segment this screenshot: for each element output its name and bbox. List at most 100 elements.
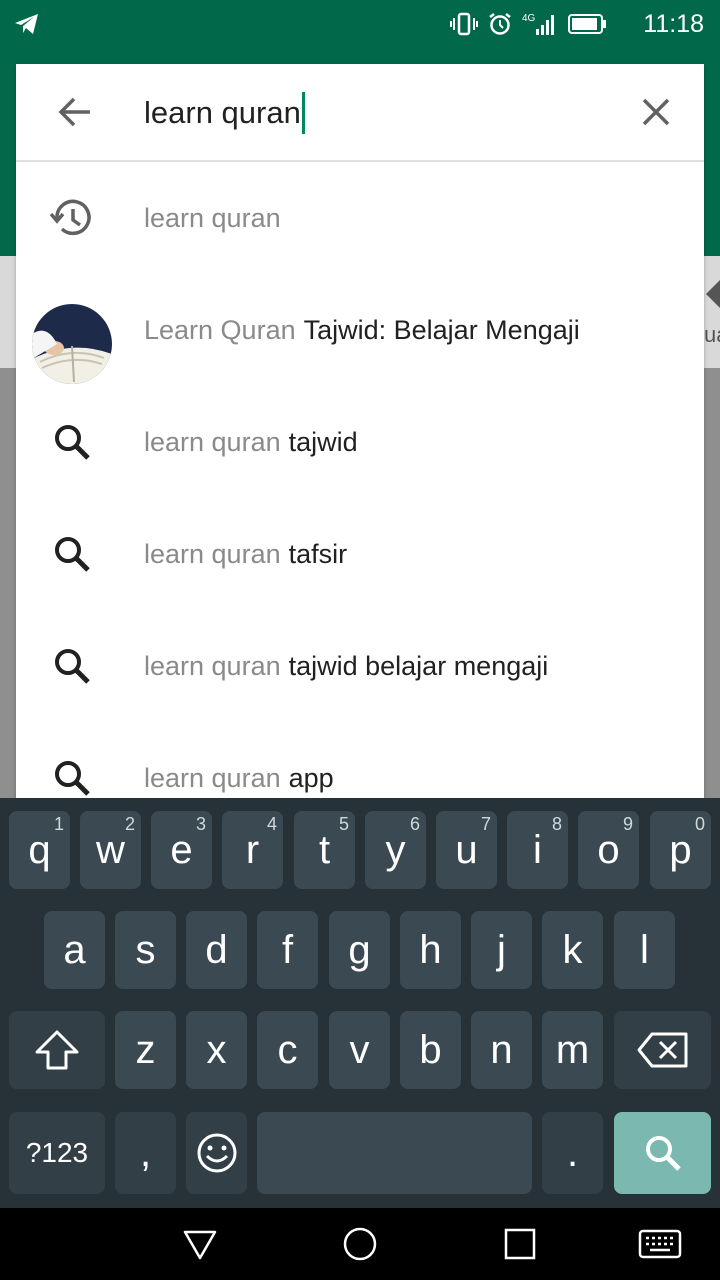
- status-icons: 4G: [450, 11, 608, 42]
- suggestion-item[interactable]: learn quran app: [16, 722, 704, 798]
- circle-home-icon: [343, 1227, 377, 1261]
- key-label: p: [669, 827, 692, 872]
- key-r[interactable]: r4: [222, 811, 283, 889]
- network-type-label: 4G: [522, 13, 536, 24]
- suggestion-prefix: Learn Quran: [144, 314, 296, 345]
- suggestion-suffix: tajwid: [288, 426, 358, 457]
- alarm-icon: [488, 12, 512, 41]
- navigation-bar: [0, 1208, 720, 1280]
- key-y[interactable]: y6: [365, 811, 426, 889]
- vibrate-icon: [450, 12, 478, 41]
- key-d[interactable]: d: [186, 911, 247, 989]
- signal-icon: 4G: [522, 11, 558, 42]
- close-icon: [642, 98, 670, 126]
- key-t[interactable]: t5: [294, 811, 355, 889]
- search-query-text: learn quran: [144, 95, 301, 130]
- clear-button[interactable]: [632, 88, 680, 136]
- key-q[interactable]: q1: [9, 811, 70, 889]
- status-time: 11:18: [643, 10, 704, 38]
- backspace-key[interactable]: [614, 1011, 711, 1089]
- history-icon: [48, 194, 96, 242]
- key-label: u: [455, 827, 478, 872]
- back-nav-button[interactable]: [182, 1226, 218, 1267]
- shift-key[interactable]: [9, 1011, 105, 1089]
- recents-nav-button[interactable]: [502, 1226, 538, 1267]
- suggestion-suffix: tajwid belajar mengaji: [288, 650, 549, 681]
- key-hint: 8: [551, 814, 562, 834]
- key-i[interactable]: i8: [507, 811, 568, 889]
- key-l[interactable]: l: [614, 911, 675, 989]
- key-b[interactable]: b: [400, 1011, 461, 1089]
- back-button[interactable]: [50, 88, 98, 136]
- key-g[interactable]: g: [329, 911, 390, 989]
- search-icon: [48, 642, 96, 690]
- key-j[interactable]: j: [471, 911, 532, 989]
- home-nav-button[interactable]: [342, 1226, 378, 1267]
- arrow-back-icon: [58, 97, 90, 127]
- category-icon: [704, 278, 720, 315]
- key-hint: 2: [124, 814, 135, 834]
- space-key[interactable]: [257, 1112, 532, 1194]
- symbols-key[interactable]: ?123: [9, 1112, 105, 1194]
- search-suggestions-card: learn quran learn quran Learn Quran Tajwi…: [16, 64, 704, 798]
- suggestion-item[interactable]: learn quran tajwid: [16, 386, 704, 498]
- period-key[interactable]: .: [542, 1112, 603, 1194]
- key-p[interactable]: p0: [650, 811, 711, 889]
- key-v[interactable]: v: [329, 1011, 390, 1089]
- search-icon: [645, 1136, 681, 1171]
- comma-key[interactable]: ,: [115, 1112, 176, 1194]
- triangle-back-icon: [183, 1230, 217, 1260]
- suggestion-item[interactable]: learn quran tafsir: [16, 498, 704, 610]
- emoji-key[interactable]: [186, 1112, 247, 1194]
- key-label: r: [245, 827, 260, 872]
- status-bar: 4G 11:18: [0, 0, 720, 48]
- key-e[interactable]: e3: [151, 811, 212, 889]
- key-o[interactable]: o9: [578, 811, 639, 889]
- key-s[interactable]: s: [115, 911, 176, 989]
- key-hint: 9: [622, 814, 633, 834]
- key-z[interactable]: z: [115, 1011, 176, 1089]
- keyboard-switch-button[interactable]: [638, 1226, 682, 1267]
- key-k[interactable]: k: [542, 911, 603, 989]
- suggestion-prefix: learn quran: [144, 762, 281, 793]
- battery-icon: [568, 13, 608, 40]
- suggestion-prefix: learn quran: [144, 426, 281, 457]
- on-screen-keyboard: q1 w2 e3 r4 t5 y6 u7 i8 o9 p0 a s d f g …: [0, 798, 720, 1208]
- suggestion-item[interactable]: learn quran: [16, 162, 704, 274]
- suggestion-suffix: app: [288, 762, 334, 793]
- search-icon: [48, 418, 96, 466]
- suggestion-suffix: tafsir: [288, 538, 348, 569]
- key-hint: 4: [266, 814, 277, 834]
- category-label-peek: ua: [704, 322, 720, 347]
- search-bar: learn quran: [16, 64, 704, 162]
- key-label: w: [96, 827, 125, 872]
- key-label: y: [385, 827, 406, 872]
- key-label: i: [533, 827, 542, 872]
- suggestion-item[interactable]: learn quran tajwid belajar mengaji: [16, 610, 704, 722]
- key-w[interactable]: w2: [80, 811, 141, 889]
- key-c[interactable]: c: [257, 1011, 318, 1089]
- key-m[interactable]: m: [542, 1011, 603, 1089]
- search-icon: [48, 754, 96, 798]
- key-label: t: [318, 827, 331, 872]
- key-f[interactable]: f: [257, 911, 318, 989]
- suggestion-prefix: learn quran: [144, 538, 281, 569]
- search-action-key[interactable]: [614, 1112, 711, 1194]
- suggestion-suffix: Tajwid: Belajar Mengaji: [303, 314, 580, 345]
- app-avatar: [32, 304, 112, 384]
- telegram-icon: [14, 12, 40, 41]
- suggestion-app-item[interactable]: Learn Quran Tajwid: Belajar Mengaji: [16, 274, 704, 386]
- key-x[interactable]: x: [186, 1011, 247, 1089]
- key-hint: 1: [53, 814, 64, 834]
- emoji-icon: [197, 1133, 236, 1173]
- key-hint: 6: [409, 814, 420, 834]
- key-hint: 7: [480, 814, 491, 834]
- key-n[interactable]: n: [471, 1011, 532, 1089]
- search-input[interactable]: learn quran: [144, 92, 305, 134]
- search-icon: [48, 530, 96, 578]
- key-h[interactable]: h: [400, 911, 461, 989]
- suggestion-prefix: learn quran: [144, 202, 281, 233]
- key-hint: 5: [338, 814, 349, 834]
- key-u[interactable]: u7: [436, 811, 497, 889]
- key-a[interactable]: a: [44, 911, 105, 989]
